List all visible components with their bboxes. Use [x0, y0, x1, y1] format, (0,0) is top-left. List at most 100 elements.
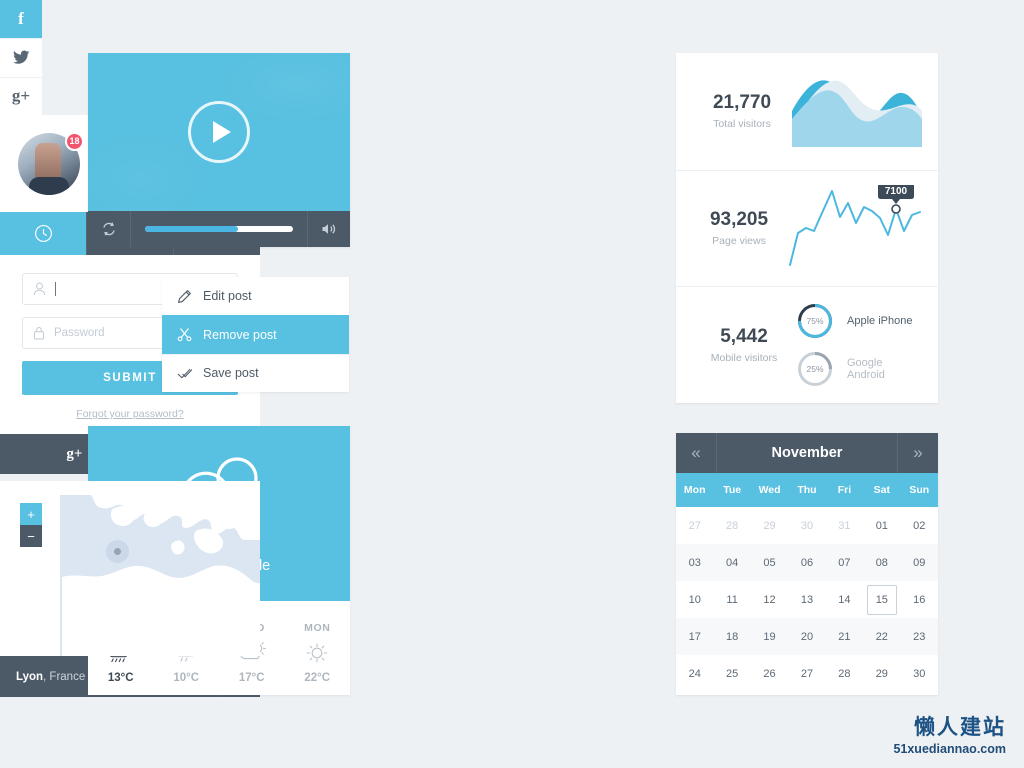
statistics-panel: 21,770 Total visitors 93,205 Page views	[676, 53, 938, 403]
forecast-temp: 17°C	[238, 672, 265, 684]
watermark-domain: 51xuediannao.com	[893, 742, 1006, 756]
calendar-day[interactable]: 07	[826, 544, 863, 581]
calendar-day[interactable]: 22	[863, 618, 900, 655]
calendar-day[interactable]: 09	[901, 544, 938, 581]
avatar[interactable]: 18	[18, 131, 84, 195]
stat-value-group: 21,770 Total visitors	[692, 92, 792, 130]
donut-percent: 25%	[806, 363, 824, 374]
line-chart-graphic: 7100	[789, 185, 921, 267]
calendar-day[interactable]: 25	[713, 655, 750, 692]
google-plus-button[interactable]: g+	[0, 76, 42, 115]
calendar-header: « November »	[676, 433, 938, 473]
text-caret	[55, 282, 56, 296]
area-chart	[792, 75, 922, 148]
watermark-chinese: 懒人建站	[914, 716, 1006, 739]
calendar-day[interactable]: 08	[863, 544, 900, 581]
map-view[interactable]: + −	[0, 481, 260, 656]
stat-number: 5,442	[720, 325, 768, 347]
pencil-icon	[177, 289, 203, 304]
video-screen[interactable]	[88, 53, 350, 211]
donut-row-android: 25% Google Android	[796, 350, 922, 388]
calendar-day[interactable]: 17	[676, 618, 713, 655]
play-button[interactable]	[188, 101, 250, 163]
calendar-day[interactable]: 11	[713, 581, 750, 618]
calendar-prev-button[interactable]: «	[676, 433, 716, 473]
stat-number: 93,205	[709, 209, 769, 231]
calendar-widget: « November » Mon Tue Wed Thu Fri Sat Sun 27 28 2…	[676, 433, 938, 695]
calendar-day[interactable]: 19	[751, 618, 788, 655]
menu-item-remove-post[interactable]: Remove post	[162, 315, 349, 354]
lock-icon	[33, 326, 45, 340]
progress-slider[interactable]	[131, 226, 307, 232]
calendar-week-row: 17 18 19 20 21 22 23	[676, 618, 938, 655]
facebook-icon: f	[18, 9, 24, 29]
calendar-day[interactable]: 27	[676, 507, 713, 544]
stat-label: Total visitors	[713, 118, 771, 131]
twitter-bird-icon	[12, 50, 29, 65]
calendar-day[interactable]: 16	[901, 581, 938, 618]
calendar-day-header: Fri	[837, 484, 852, 496]
calendar-day[interactable]: 26	[751, 655, 788, 692]
loop-icon[interactable]	[88, 211, 130, 247]
calendar-day-header: Thu	[797, 484, 817, 496]
calendar-day[interactable]: 24	[676, 655, 713, 692]
donut-row-iphone: 75% Apple iPhone	[796, 302, 922, 340]
calendar-day[interactable]: 02	[901, 507, 938, 544]
area-chart-graphic	[792, 80, 922, 148]
calendar-day[interactable]: 27	[788, 655, 825, 692]
calendar-day[interactable]: 03	[676, 544, 713, 581]
clock-icon	[34, 225, 52, 242]
stat-label: Mobile visitors	[710, 351, 778, 364]
calendar-day[interactable]: 13	[788, 581, 825, 618]
calendar-day-selected[interactable]: 15	[863, 581, 900, 618]
sun-icon	[307, 643, 328, 663]
calendar-day[interactable]: 29	[751, 507, 788, 544]
video-player-widget	[88, 53, 350, 247]
menu-item-save-post[interactable]: Save post	[162, 353, 349, 392]
menu-label: Save post	[203, 366, 259, 381]
calendar-day[interactable]: 01	[863, 507, 900, 544]
tab-recent-clock[interactable]	[0, 212, 86, 255]
calendar-day[interactable]: 14	[826, 581, 863, 618]
calendar-day[interactable]: 23	[901, 618, 938, 655]
play-triangle-icon	[212, 121, 231, 143]
calendar-week-row: 24 25 26 27 28 29 30	[676, 655, 938, 692]
calendar-day[interactable]: 18	[713, 618, 750, 655]
facebook-button[interactable]: f	[0, 0, 42, 39]
calendar-day[interactable]: 21	[826, 618, 863, 655]
svg-text:7100: 7100	[885, 186, 908, 197]
calendar-day[interactable]: 30	[901, 655, 938, 692]
google-plus-icon: g+	[66, 445, 83, 462]
twitter-button[interactable]	[0, 38, 42, 77]
stat-value-group: 5,442 Mobile visitors	[692, 326, 796, 364]
volume-icon[interactable]	[308, 211, 350, 247]
stat-value-group: 93,205 Page views	[692, 209, 786, 247]
calendar-day[interactable]: 05	[751, 544, 788, 581]
map-zoom-out-button[interactable]: −	[20, 525, 42, 547]
calendar-day[interactable]: 28	[713, 507, 750, 544]
progress-track[interactable]	[145, 226, 293, 232]
calendar-day[interactable]: 10	[676, 581, 713, 618]
calendar-day[interactable]: 20	[788, 618, 825, 655]
social-buttons-column: f g+	[0, 0, 42, 115]
calendar-next-button[interactable]: »	[898, 433, 938, 473]
donut-android: 25%	[796, 350, 834, 388]
calendar-day[interactable]: 04	[713, 544, 750, 581]
calendar-week-row: 03 04 05 06 07 08 09	[676, 544, 938, 581]
map-zoom-in-button[interactable]: +	[20, 503, 42, 525]
stat-label: Page views	[712, 235, 766, 248]
calendar-day-header: Wed	[758, 484, 781, 496]
calendar-day[interactable]: 30	[788, 507, 825, 544]
line-chart: 7100	[786, 185, 922, 271]
calendar-day[interactable]: 06	[788, 544, 825, 581]
calendar-day[interactable]: 31	[826, 507, 863, 544]
forecast-day[interactable]: MON 22°C	[285, 611, 351, 695]
calendar-day[interactable]: 28	[826, 655, 863, 692]
calendar-day[interactable]: 29	[863, 655, 900, 692]
calendar-week-row: 27 28 29 30 31 01 02	[676, 507, 938, 544]
map-country: , France	[43, 670, 86, 683]
forgot-password-link[interactable]: Forgot your password?	[22, 408, 238, 420]
calendar-day[interactable]: 12	[751, 581, 788, 618]
menu-item-edit-post[interactable]: Edit post	[162, 277, 349, 315]
donut-percent: 75%	[806, 315, 824, 326]
